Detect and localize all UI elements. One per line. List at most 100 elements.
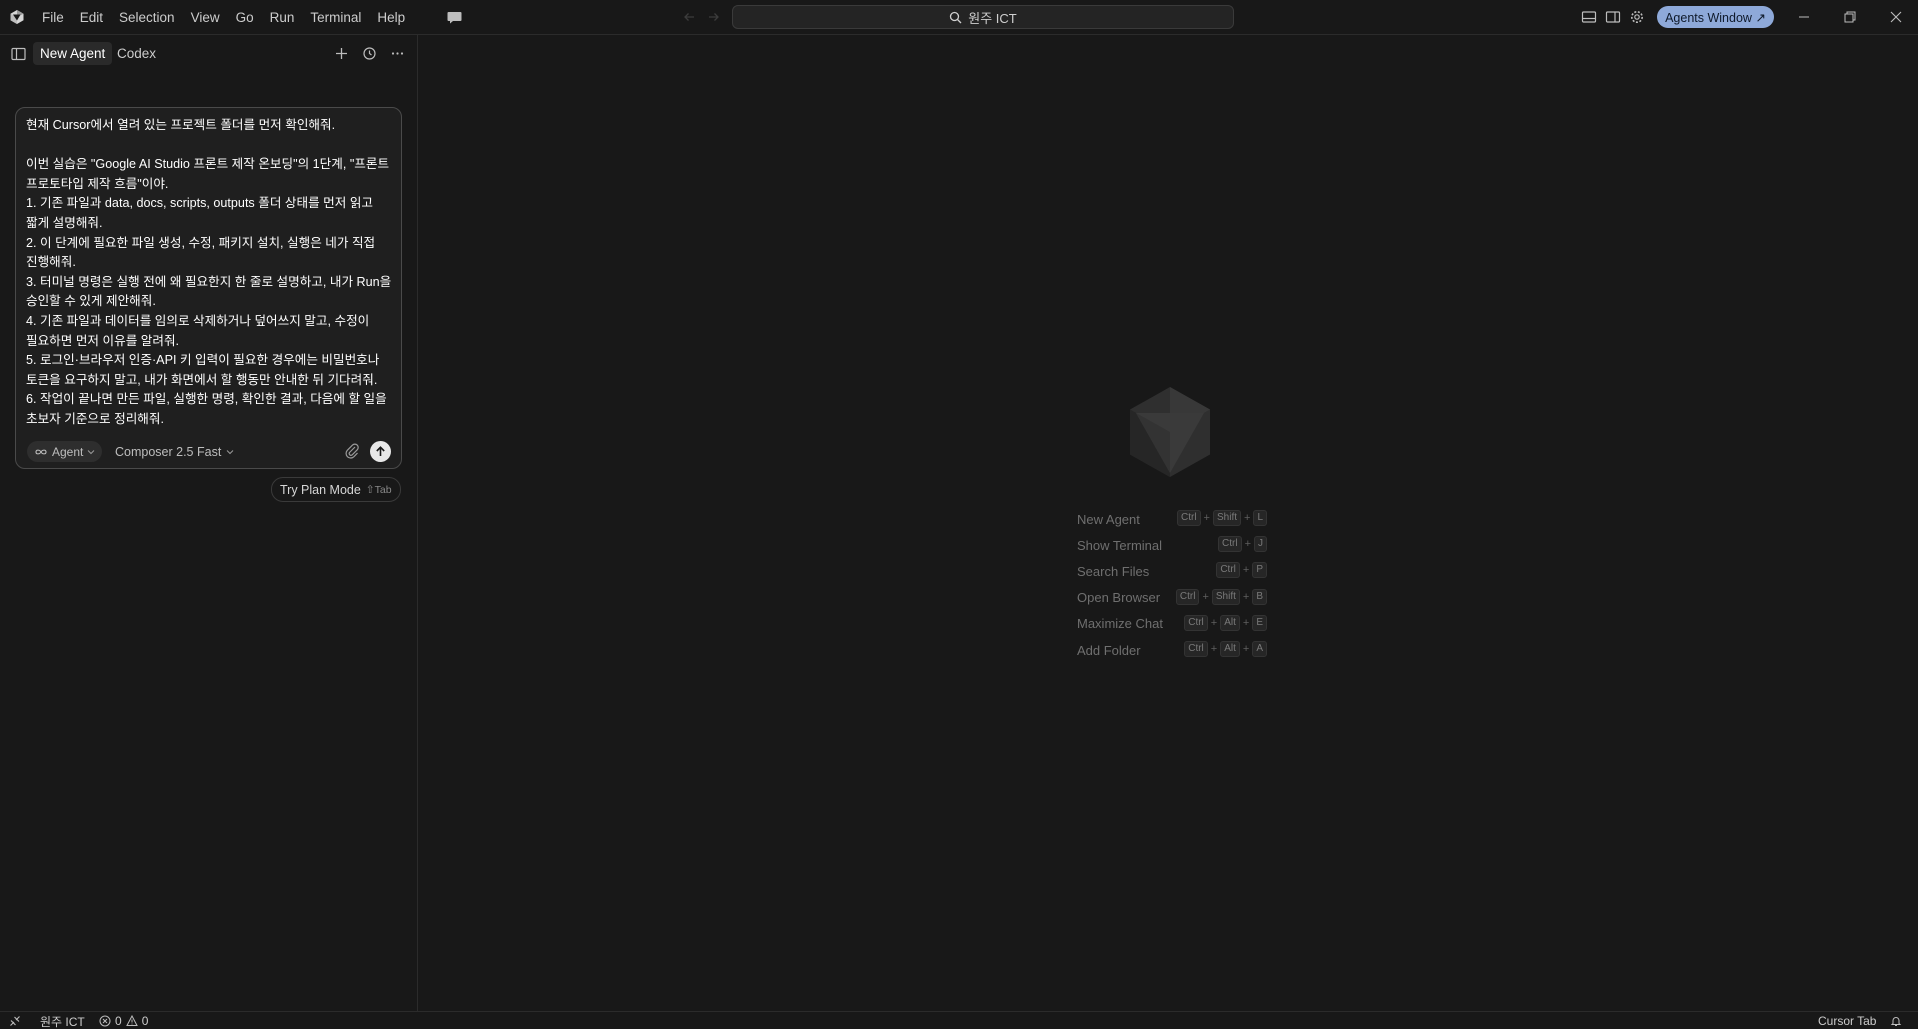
composer-line: 4. 기존 파일과 데이터를 임의로 삭제하거나 덮어쓰지 말고, 수정이 필요… <box>26 313 370 348</box>
plus-icon[interactable] <box>334 46 349 61</box>
menu-bar: File Edit Selection View Go Run Terminal… <box>34 0 413 35</box>
remote-indicator[interactable] <box>9 1014 21 1028</box>
key: Ctrl <box>1184 614 1208 631</box>
bell-icon <box>1890 1017 1902 1026</box>
menu-selection[interactable]: Selection <box>111 6 183 30</box>
notifications[interactable] <box>1890 1014 1902 1028</box>
agent-mode-label: Agent <box>52 444 84 459</box>
search-icon <box>950 11 962 23</box>
shortcut-keys: Ctrl + J <box>1218 536 1267 553</box>
chevron-down-icon <box>226 449 234 454</box>
agent-panel: New Agent Codex 현재 Cursor에서 열려 있는 프로젝트 폴… <box>0 35 418 1011</box>
shortcut-label: Open Browser <box>1077 590 1161 606</box>
shortcut-show-terminal[interactable]: Show Terminal Ctrl + J <box>1077 532 1267 558</box>
composer-line: 5. 로그인·브라우저 인증·API 키 입력이 필요한 경우에는 비밀번호나 … <box>26 353 380 387</box>
back-arrow-icon[interactable] <box>682 10 696 24</box>
toggle-panel-icon[interactable] <box>1581 9 1597 25</box>
close-icon[interactable] <box>1887 8 1905 26</box>
menu-edit[interactable]: Edit <box>72 6 111 30</box>
menu-go[interactable]: Go <box>228 6 262 30</box>
composer-line: 6. 작업이 끝나면 만든 파일, 실행한 명령, 확인한 결과, 다음에 할 … <box>26 392 387 426</box>
agent-mode-dropdown[interactable]: Agent <box>27 441 103 462</box>
key: Alt <box>1220 640 1240 657</box>
shortcut-label: Search Files <box>1077 563 1150 579</box>
tab-codex[interactable]: Codex <box>110 42 163 65</box>
key: Shift <box>1211 588 1240 605</box>
title-bar: File Edit Selection View Go Run Terminal… <box>0 0 1918 35</box>
menu-view[interactable]: View <box>183 6 228 30</box>
key: E <box>1252 614 1267 631</box>
composer-line: 3. 터미널 명령은 실행 전에 왜 필요한지 한 줄로 설명하고, 내가 Ru… <box>26 274 392 309</box>
plan-mode-label: Try Plan Mode <box>280 482 361 497</box>
chevron-down-icon <box>88 449 95 454</box>
command-center-search[interactable]: 원주 ICT <box>732 5 1234 29</box>
command-center-label: 원주 ICT <box>968 10 1017 26</box>
shortcut-keys: Ctrl + Shift + B <box>1175 588 1267 605</box>
history-icon[interactable] <box>362 46 377 61</box>
composer-text[interactable]: 현재 Cursor에서 열려 있는 프로젝트 폴더를 먼저 확인해줘. 이번 실… <box>26 116 394 430</box>
toggle-sidebar-icon[interactable] <box>1605 9 1621 25</box>
main-editor-area: New Agent Ctrl + Shift + L Show Terminal C… <box>419 35 1918 1011</box>
arrow-up-icon <box>376 446 385 456</box>
problems-indicator[interactable]: 0 0 <box>99 1014 148 1028</box>
menu-terminal[interactable]: Terminal <box>302 6 369 30</box>
key: J <box>1254 536 1267 553</box>
cursor-tab-indicator[interactable]: Cursor Tab <box>1818 1014 1876 1028</box>
menu-help[interactable]: Help <box>369 6 413 30</box>
tab-new-agent[interactable]: New Agent <box>33 42 113 65</box>
shortcut-maximize-chat[interactable]: Maximize Chat Ctrl + Alt + E <box>1077 611 1267 637</box>
shortcut-new-agent[interactable]: New Agent Ctrl + Shift + L <box>1077 506 1267 532</box>
composer-blank-line <box>26 136 394 156</box>
warning-icon <box>125 1015 138 1026</box>
workspace-name[interactable]: 원주 ICT <box>40 1014 85 1029</box>
shortcut-open-browser[interactable]: Open Browser Ctrl + Shift + B <box>1077 585 1267 611</box>
shortcut-list: New Agent Ctrl + Shift + L Show Terminal C… <box>1077 506 1267 663</box>
key: Ctrl <box>1184 640 1208 657</box>
shortcut-label: Maximize Chat <box>1077 616 1163 632</box>
shortcut-keys: Ctrl + Shift + L <box>1176 510 1267 526</box>
shortcut-search-files[interactable]: Search Files Ctrl + P <box>1077 558 1267 584</box>
menu-file[interactable]: File <box>34 6 72 30</box>
paperclip-icon[interactable] <box>344 442 360 460</box>
agents-window-label: Agents Window ↗ <box>1665 10 1766 25</box>
cursor-logo-icon <box>1130 387 1210 477</box>
minimize-icon[interactable] <box>1795 8 1813 26</box>
cursor-tab-label: Cursor Tab <box>1818 1014 1877 1028</box>
key: P <box>1252 562 1267 579</box>
warning-count: 0 <box>141 1014 149 1028</box>
model-dropdown[interactable]: Composer 2.5 Fast <box>115 441 234 462</box>
error-icon <box>99 1015 111 1027</box>
sidebar-toggle-icon[interactable] <box>11 47 26 61</box>
agents-window-button[interactable]: Agents Window ↗ <box>1657 6 1774 28</box>
key: Ctrl <box>1176 510 1201 526</box>
error-count: 0 <box>115 1014 122 1028</box>
restore-icon[interactable] <box>1841 8 1859 26</box>
cursor-logo-icon <box>10 10 24 24</box>
remote-icon <box>10 1016 20 1026</box>
shortcut-keys: Ctrl + Alt + A <box>1184 640 1267 657</box>
plan-mode-shortcut: ⇧Tab <box>365 483 392 496</box>
status-bar: 원주 ICT 0 0 Cursor Tab <box>0 1011 1918 1029</box>
workspace-label: 원주 ICT <box>40 1014 85 1029</box>
shortcut-label: Show Terminal <box>1077 537 1163 553</box>
chat-icon[interactable] <box>446 9 463 26</box>
composer-input[interactable]: 현재 Cursor에서 열려 있는 프로젝트 폴더를 먼저 확인해줘. 이번 실… <box>15 107 402 469</box>
shortcut-keys: Ctrl + P <box>1216 562 1267 579</box>
composer-line: 현재 Cursor에서 열려 있는 프로젝트 폴더를 먼저 확인해줘. <box>26 118 336 132</box>
model-label: Composer 2.5 Fast <box>115 444 222 459</box>
send-button[interactable] <box>370 441 391 462</box>
composer-line: 이번 실습은 "Google AI Studio 프론트 제작 온보딩"의 1단… <box>26 157 390 191</box>
composer-line: 2. 이 단계에 필요한 파일 생성, 수정, 패키지 설치, 실행은 네가 직… <box>26 235 376 270</box>
try-plan-mode-button[interactable]: Try Plan Mode ⇧Tab <box>271 477 401 502</box>
key: Ctrl <box>1175 588 1200 605</box>
more-icon[interactable] <box>390 46 405 61</box>
key: L <box>1253 510 1267 526</box>
menu-run[interactable]: Run <box>262 6 303 30</box>
shortcut-label: Add Folder <box>1077 642 1141 658</box>
forward-arrow-icon[interactable] <box>707 10 721 24</box>
key: A <box>1252 640 1267 657</box>
composer-line: 1. 기존 파일과 data, docs, scripts, outputs 폴… <box>26 196 374 230</box>
key: Alt <box>1220 614 1240 631</box>
settings-icon[interactable] <box>1629 9 1645 25</box>
shortcut-add-folder[interactable]: Add Folder Ctrl + Alt + A <box>1077 637 1267 663</box>
